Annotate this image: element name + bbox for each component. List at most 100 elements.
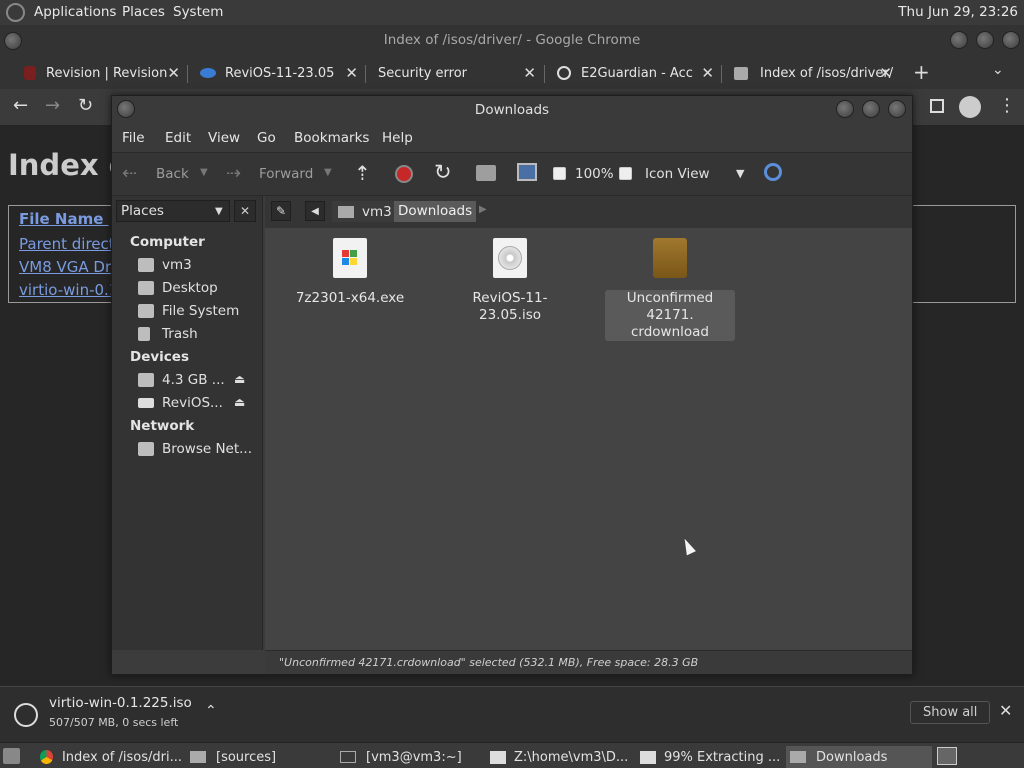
close-sidebar-icon[interactable]: ✕ — [234, 200, 256, 222]
close-shelf-icon[interactable]: ✕ — [999, 701, 1012, 720]
menu-edit[interactable]: Edit — [165, 130, 191, 146]
close-tab-icon[interactable]: ✕ — [167, 64, 180, 82]
applications-menu[interactable]: Applications — [34, 4, 116, 20]
sidebar-item-label: ReviOS... — [162, 395, 223, 411]
view-mode-dropdown-icon[interactable]: ▼ — [736, 167, 744, 180]
task-terminal[interactable]: [vm3@vm3:~] — [336, 746, 482, 768]
workspace-switcher-icon[interactable] — [937, 747, 957, 765]
window-menu-icon[interactable] — [4, 32, 22, 50]
path-segment-downloads[interactable]: Downloads — [394, 201, 477, 222]
show-desktop-icon[interactable] — [3, 748, 20, 764]
menu-view[interactable]: View — [208, 130, 240, 146]
panel-clock[interactable]: Thu Jun 29, 23:26 — [898, 4, 1018, 20]
tab-revios[interactable]: ReviOS-11-23.05 ✕ — [196, 59, 364, 87]
search-icon[interactable] — [764, 163, 782, 181]
sidebar-item-trash[interactable]: Trash — [138, 326, 198, 342]
tab-search-icon[interactable]: ⌄ — [992, 62, 1004, 78]
sidebar-item-volume[interactable]: 4.3 GB ... — [138, 372, 225, 388]
stop-icon[interactable] — [395, 165, 413, 183]
close-tab-icon[interactable]: ✕ — [345, 64, 358, 82]
new-tab-icon[interactable]: + — [913, 60, 930, 84]
sidebar-item-browse-network[interactable]: Browse Net... — [138, 441, 252, 457]
close-tab-icon[interactable]: ✕ — [523, 64, 536, 82]
globe-favicon-icon — [557, 66, 571, 80]
forward-button[interactable]: Forward — [259, 166, 313, 182]
reload-icon[interactable]: ↻ — [78, 95, 93, 116]
exe-icon — [333, 238, 367, 278]
zoom-level: 100% — [575, 166, 614, 182]
places-menu[interactable]: Places — [122, 4, 165, 20]
sidebar-toggle-icon[interactable] — [930, 99, 944, 113]
sidebar-item-revios[interactable]: ReviOS... — [138, 395, 223, 411]
view-mode-select[interactable]: Icon View — [645, 166, 710, 182]
system-menu[interactable]: System — [173, 4, 223, 20]
chrome-menu-icon[interactable]: ⋮ — [998, 95, 1016, 116]
path-left-arrow-icon[interactable]: ◀ — [305, 201, 325, 221]
menu-bookmarks[interactable]: Bookmarks — [294, 130, 369, 146]
sidebar-item-vm3[interactable]: vm3 — [138, 257, 192, 273]
file-item[interactable]: 7z2301-x64.exe — [285, 238, 415, 307]
zoom-in-icon[interactable] — [619, 167, 632, 180]
path-right-arrow-icon[interactable]: ▶ — [479, 204, 487, 215]
minimize-icon[interactable] — [950, 31, 968, 49]
menu-file[interactable]: File — [122, 130, 145, 146]
distro-logo-icon[interactable] — [6, 3, 25, 22]
path-segment-vm3[interactable]: vm3 — [332, 201, 398, 222]
tab-index-of-isos-driver[interactable]: Index of /isos/driver/ ✕ — [728, 59, 898, 87]
minimize-icon[interactable] — [836, 100, 854, 118]
back-arrow-icon: ⇠ — [122, 163, 138, 184]
task-downloads[interactable]: Downloads — [786, 746, 932, 768]
menu-go[interactable]: Go — [257, 130, 276, 146]
tab-e2guardian[interactable]: E2Guardian - Acces ✕ — [552, 59, 720, 87]
eject-icon[interactable]: ⏏ — [234, 372, 245, 386]
show-all-button[interactable]: Show all — [910, 701, 991, 724]
file-item[interactable]: ReviOS-11-23.05.iso — [445, 238, 575, 324]
taskbar: Index of /isos/dri... [sources] [vm3@vm3… — [0, 742, 1024, 768]
task-7zip-explorer[interactable]: Z:\home\vm3\D... — [486, 746, 632, 768]
vm8-vga-driver-link[interactable]: VM8 VGA Dr — [19, 258, 111, 276]
fm-statusbar: "Unconfirmed 42171.crdownload" selected … — [265, 650, 912, 674]
close-icon[interactable] — [1002, 31, 1020, 49]
task-chrome[interactable]: Index of /isos/dri... — [36, 746, 182, 768]
path-segment-label: vm3 — [362, 203, 392, 220]
computer-icon[interactable] — [517, 163, 537, 181]
eject-icon[interactable]: ⏏ — [234, 395, 245, 409]
zoom-out-icon[interactable] — [553, 167, 566, 180]
maximize-icon[interactable] — [976, 31, 994, 49]
up-arrow-icon[interactable]: ⇡ — [354, 161, 371, 185]
back-arrow-icon[interactable]: ← — [13, 95, 28, 116]
tab-revision[interactable]: Revision | Revision ✕ — [18, 59, 186, 87]
file-item-selected[interactable]: Unconfirmed 42171. crdownload — [605, 238, 735, 341]
back-button[interactable]: Back — [156, 166, 189, 182]
profile-avatar-icon[interactable] — [959, 96, 981, 118]
virtio-win-link[interactable]: virtio-win-0.1 — [19, 281, 118, 299]
folder-icon — [190, 751, 206, 763]
back-dropdown-icon[interactable]: ▼ — [200, 167, 208, 178]
close-tab-icon[interactable]: ✕ — [879, 64, 892, 82]
task-sources[interactable]: [sources] — [186, 746, 332, 768]
task-7zip-extracting[interactable]: 99% Extracting ... — [636, 746, 782, 768]
sidebar-selector[interactable]: Places ▼ — [116, 200, 230, 222]
tab-label: Revision | Revision — [46, 65, 168, 81]
download-item[interactable]: virtio-win-0.1.225.iso 507/507 MB, 0 sec… — [8, 693, 228, 737]
close-icon[interactable] — [888, 100, 906, 118]
drive-icon — [138, 373, 154, 387]
fm-titlebar: Downloads — [112, 96, 912, 124]
window-menu-icon[interactable] — [117, 100, 135, 118]
close-tab-icon[interactable]: ✕ — [701, 64, 714, 82]
fm-pathbar: ✎ ◀ vm3 Downloads ▶ — [265, 196, 912, 228]
forward-dropdown-icon[interactable]: ▼ — [324, 167, 332, 178]
sidebar-item-desktop[interactable]: Desktop — [138, 280, 218, 296]
home-icon[interactable] — [476, 165, 496, 181]
fm-menubar: File Edit View Go Bookmarks Help — [112, 124, 912, 152]
maximize-icon[interactable] — [862, 100, 880, 118]
menu-help[interactable]: Help — [382, 130, 413, 146]
edit-location-icon[interactable]: ✎ — [271, 201, 291, 221]
tab-security-error[interactable]: Security error ✕ — [372, 59, 542, 87]
parent-directory-link[interactable]: Parent direct — [19, 235, 115, 253]
chevron-up-icon[interactable]: ⌃ — [205, 703, 217, 719]
reload-icon[interactable]: ↻ — [434, 160, 452, 184]
sidebar-section-computer: Computer — [130, 234, 205, 250]
forward-arrow-icon[interactable]: → — [45, 95, 60, 116]
sidebar-item-file-system[interactable]: File System — [138, 303, 239, 319]
